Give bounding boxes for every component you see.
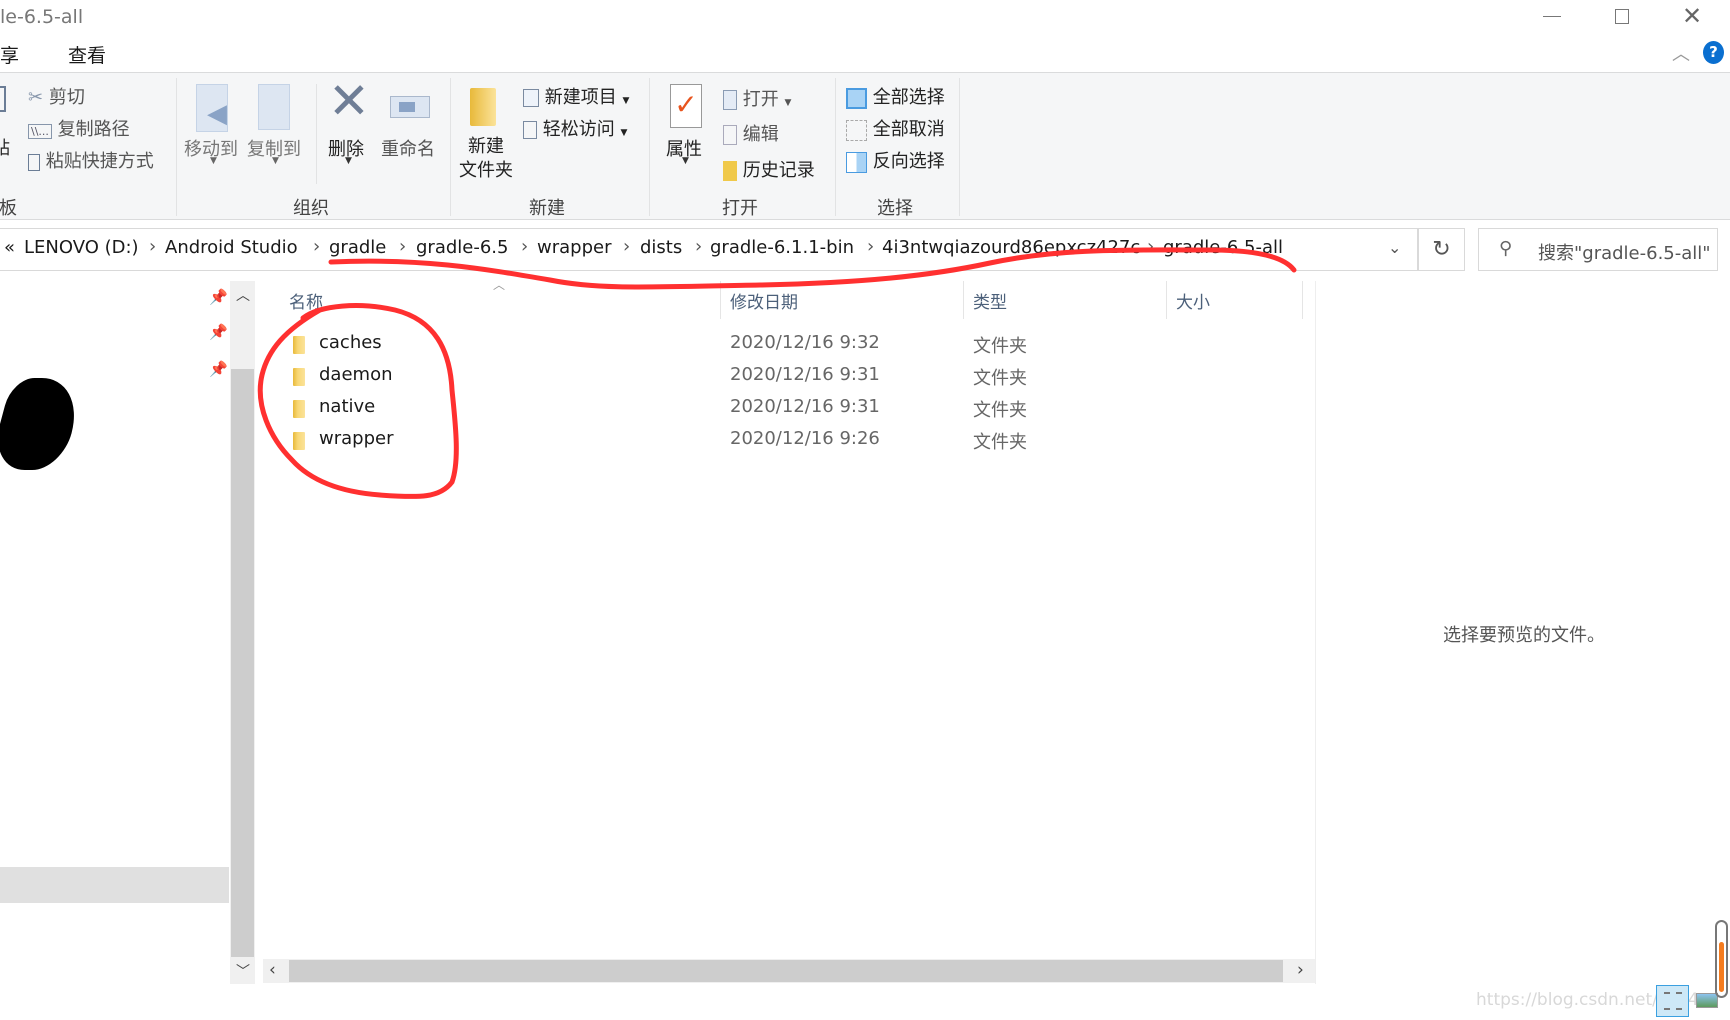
annotation-underline [328,247,1297,290]
annotation-circle [257,303,459,500]
red-annotation-layer [257,247,1297,500]
